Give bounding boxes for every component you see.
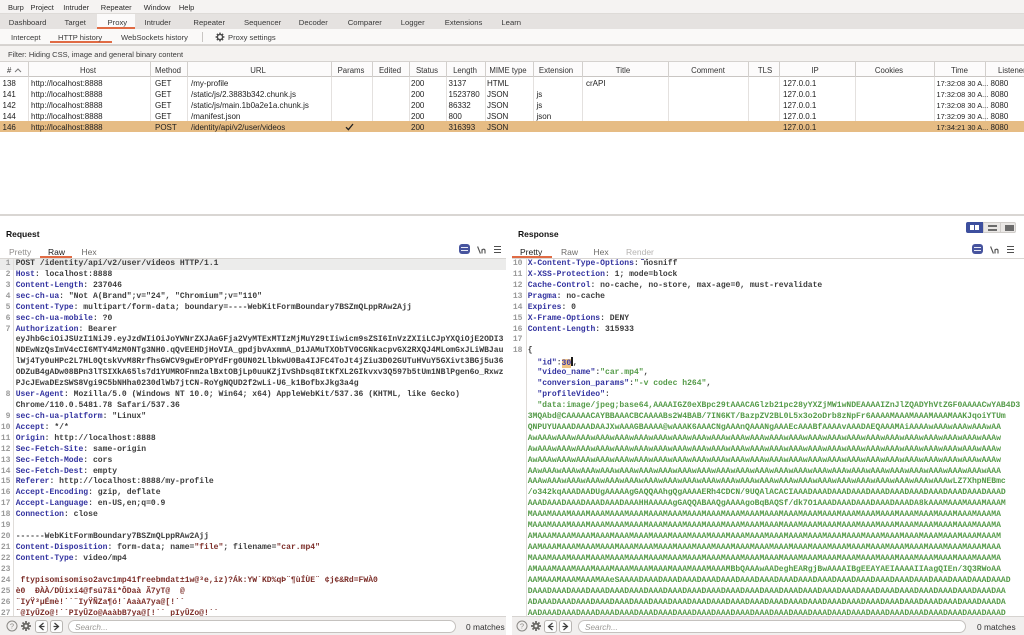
svg-text:?: ?: [520, 622, 524, 631]
svg-text:?: ?: [10, 622, 14, 631]
